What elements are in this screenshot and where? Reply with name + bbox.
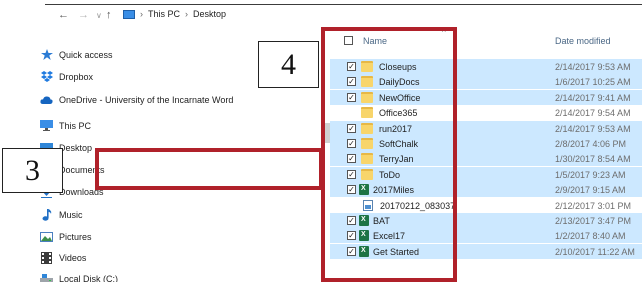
sidebar-item-label: Local Disk (C:)	[59, 273, 119, 282]
star-icon	[40, 49, 53, 60]
file-date-modified: 2/14/2017 9:41 AM	[555, 92, 631, 103]
computer-icon	[40, 120, 53, 131]
sidebar-item-label: Pictures	[59, 231, 92, 242]
sidebar-item-label: Quick access	[59, 49, 113, 60]
up-arrow-icon[interactable]: ↑	[106, 9, 112, 21]
sidebar-item-onedrive[interactable]: OneDrive - University of the Incarnate W…	[40, 94, 233, 105]
sidebar-item-label: Dropbox	[59, 71, 94, 82]
callout-number-3: 3	[2, 148, 63, 193]
back-arrow-icon[interactable]: ←	[58, 9, 69, 21]
computer-icon	[123, 9, 135, 19]
breadcrumb-this-pc[interactable]: This PC	[148, 9, 180, 19]
sidebar-item-local-disk[interactable]: Local Disk (C:)	[40, 273, 118, 282]
file-date-modified: 1/30/2017 8:54 AM	[555, 154, 631, 165]
callout-number-4: 4	[258, 41, 319, 88]
sidebar-item-music[interactable]: Music	[40, 208, 83, 221]
breadcrumb-separator: ›	[140, 9, 143, 19]
file-date-modified: 2/10/2017 11:22 AM	[555, 246, 635, 257]
music-icon	[40, 208, 53, 221]
file-date-modified: 2/14/2017 9:53 AM	[555, 62, 631, 72]
highlight-box-documents	[95, 148, 323, 190]
window-top-border	[45, 4, 642, 5]
breadcrumb-desktop[interactable]: Desktop	[193, 9, 226, 19]
address-bar: ← → ∨ ↑ › This PC › Desktop	[0, 8, 642, 24]
file-date-modified: 2/14/2017 9:54 AM	[555, 108, 631, 119]
file-date-modified: 2/8/2017 4:06 PM	[555, 139, 627, 149]
sidebar-item-label: Videos	[59, 252, 87, 263]
column-header-date-modified[interactable]: Date modified	[555, 36, 611, 46]
sidebar-item-label: Music	[59, 209, 83, 220]
sidebar-item-label: OneDrive - University of the Incarnate W…	[59, 94, 234, 105]
dropbox-icon	[40, 71, 53, 82]
sidebar-item-videos[interactable]: Videos	[40, 251, 87, 264]
disk-icon	[40, 273, 53, 282]
sidebar-item-pictures[interactable]: Pictures	[40, 231, 92, 242]
recent-locations-chevron-down-icon[interactable]: ∨	[96, 10, 102, 22]
file-date-modified: 1/5/2017 9:23 AM	[555, 169, 626, 180]
sidebar-item-quick-access[interactable]: Quick access	[40, 49, 113, 60]
file-date-modified: 2/14/2017 9:53 AM	[555, 123, 631, 134]
breadcrumb-separator: ›	[185, 9, 189, 19]
cloud-icon	[40, 94, 53, 105]
sidebar-item-this-pc[interactable]: This PC	[40, 120, 91, 131]
breadcrumb[interactable]: › This PC › Desktop	[123, 9, 226, 19]
sidebar-item-label: Desktop	[59, 142, 93, 153]
file-date-modified: 2/13/2017 3:47 PM	[555, 216, 632, 226]
file-date-modified: 2/12/2017 3:01 PM	[555, 200, 632, 211]
file-date-modified: 1/2/2017 8:40 AM	[555, 231, 626, 242]
file-date-modified: 1/6/2017 10:25 AM	[555, 77, 631, 88]
sidebar-item-label: This PC	[59, 120, 92, 131]
videos-icon	[40, 251, 53, 264]
highlight-box-file-list	[321, 27, 457, 282]
file-date-modified: 2/9/2017 9:15 AM	[555, 185, 626, 196]
forward-arrow-icon[interactable]: →	[78, 9, 89, 21]
sidebar-item-dropbox[interactable]: Dropbox	[40, 71, 93, 82]
pictures-icon	[40, 231, 53, 242]
